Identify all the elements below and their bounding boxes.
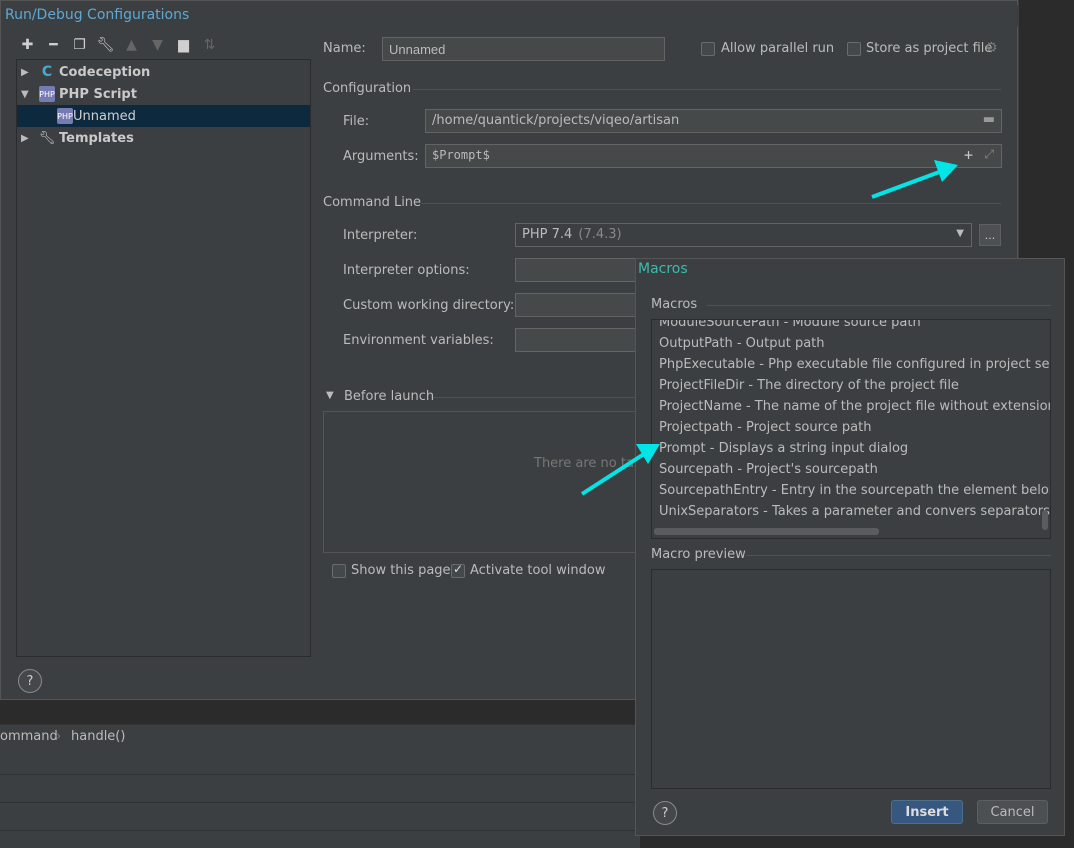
annotation-arrows xyxy=(580,160,958,496)
arrow-icon xyxy=(871,160,958,199)
arrow-icon xyxy=(580,444,660,496)
